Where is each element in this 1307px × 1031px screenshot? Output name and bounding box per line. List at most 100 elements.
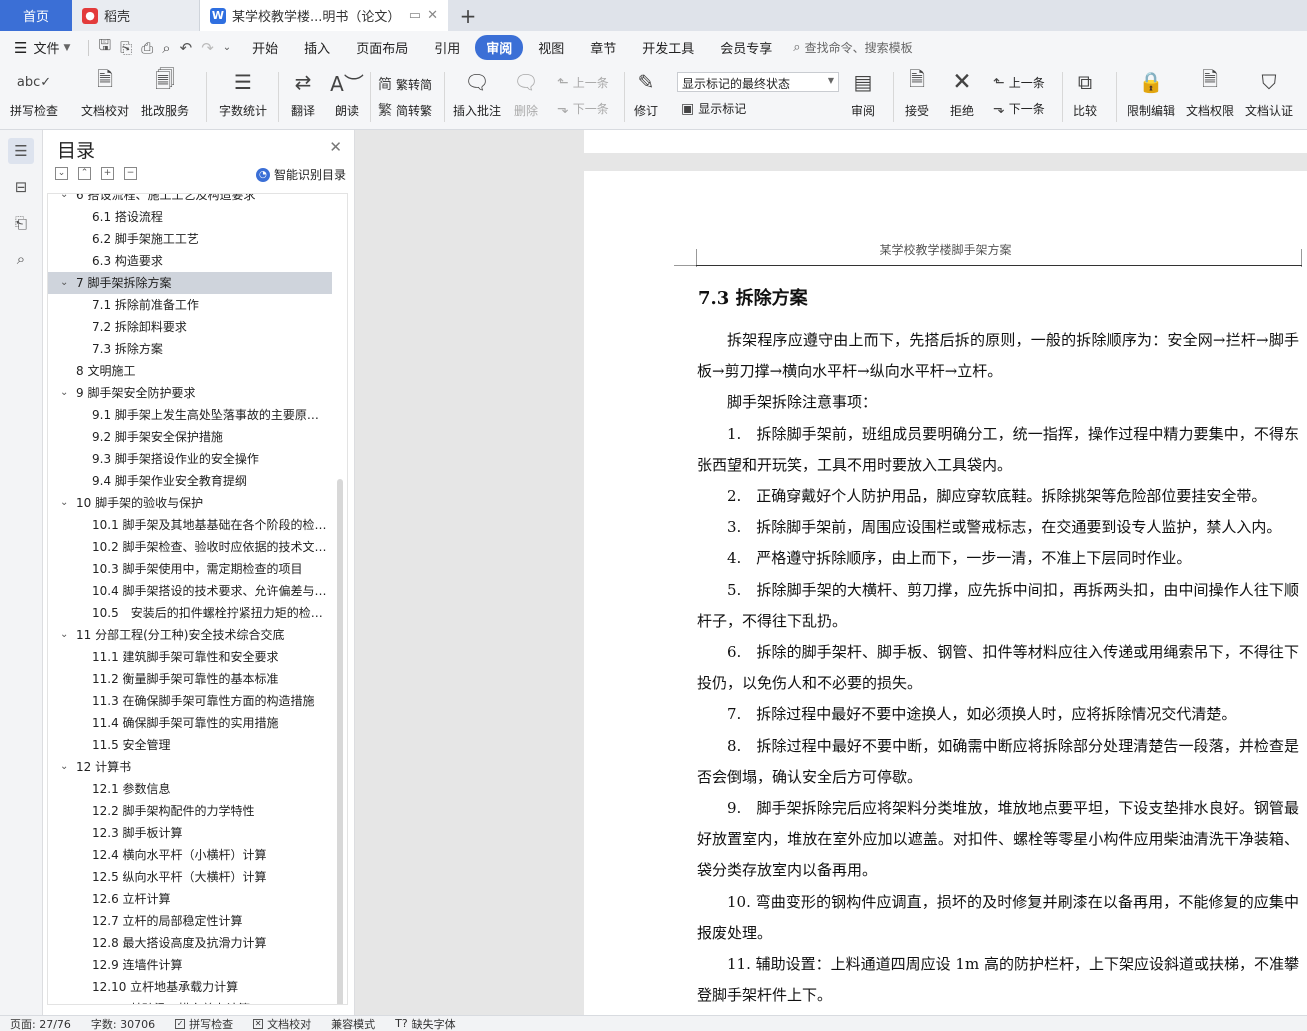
show-markup-button[interactable]: ▣ 显示标记 bbox=[681, 100, 746, 117]
toc-item[interactable]: 9.1 脚手架上发生高处坠落事故的主要原… bbox=[48, 404, 332, 426]
expand-all-icon[interactable]: ⌄ bbox=[55, 167, 68, 180]
toc-item[interactable]: 7.1 拆除前准备工作 bbox=[48, 294, 332, 316]
review-pane-button[interactable]: ▤ 审阅 bbox=[848, 68, 878, 119]
toc-item[interactable]: ⌄ 12 计算书 bbox=[48, 756, 332, 778]
toc-item[interactable]: 9.4 脚手架作业安全教育提纲 bbox=[48, 470, 332, 492]
collapse-all-icon[interactable]: ⌃ bbox=[78, 167, 91, 180]
page-indicator[interactable]: 页面: 27/76 bbox=[0, 1016, 81, 1031]
menu-section[interactable]: 章节 bbox=[579, 35, 627, 60]
toc-item[interactable]: 11.4 确保脚手架可靠性的实用措施 bbox=[48, 712, 332, 734]
toc-item[interactable]: 10.2 脚手架检查、验收时应依据的技术文… bbox=[48, 536, 332, 558]
toc-item[interactable]: 12.11 基础梁、横向剪力计算 bbox=[48, 998, 332, 1004]
doc-check-button[interactable]: 🗎 文档校对 bbox=[81, 67, 129, 119]
trad-to-simp-button[interactable]: 简繁转简 bbox=[378, 74, 432, 94]
toc-item[interactable]: ⌄ 10 脚手架的验收与保护 bbox=[48, 492, 332, 514]
compare-button[interactable]: ⧉ 比较 bbox=[1070, 68, 1100, 119]
undo-icon[interactable]: ↶ bbox=[180, 39, 193, 57]
toc-item[interactable]: 11.3 在确保脚手架可靠性方面的构造措施 bbox=[48, 690, 332, 712]
toc-item[interactable]: 12.5 纵向水平杆（大横杆）计算 bbox=[48, 866, 332, 888]
menu-page-layout[interactable]: 页面布局 bbox=[345, 35, 419, 60]
simp-to-trad-button[interactable]: 繁简转繁 bbox=[378, 100, 432, 120]
menu-start[interactable]: 开始 bbox=[241, 35, 289, 60]
toc-item[interactable]: 8 文明施工 bbox=[48, 360, 332, 382]
toc-item[interactable]: 6.2 脚手架施工工艺 bbox=[48, 228, 332, 250]
restrict-editing-button[interactable]: 🔒 限制编辑 bbox=[1127, 68, 1175, 119]
document-body[interactable]: 拆架程序应遵守由上而下，先搭后拆的原则，一般的拆除顺序为：安全网→拦杆→脚手板→… bbox=[697, 325, 1299, 1011]
chevron-down-icon[interactable]: ⌄ bbox=[60, 624, 68, 646]
toc-item[interactable]: ⌄ 7 脚手架拆除方案 bbox=[48, 272, 332, 294]
doc-permission-button[interactable]: 🗎 文档权限 bbox=[1186, 67, 1234, 119]
next-comment-button[interactable]: ⬎ 下一条 bbox=[557, 100, 609, 117]
accept-button[interactable]: 🗎 接受 bbox=[902, 67, 932, 119]
close-icon[interactable]: ✕ bbox=[329, 138, 342, 156]
next-change-button[interactable]: ⬎ 下一条 bbox=[993, 100, 1045, 117]
print-icon[interactable]: ⎙ bbox=[141, 39, 153, 57]
restore-window-icon[interactable]: ▭ bbox=[409, 8, 421, 23]
doc-certify-button[interactable]: ⛉ 文档认证 bbox=[1245, 68, 1293, 119]
toc-panel-icon[interactable]: ☰ bbox=[8, 138, 34, 164]
menu-member[interactable]: 会员专享 bbox=[709, 35, 783, 60]
toc-item[interactable]: 12.1 参数信息 bbox=[48, 778, 332, 800]
reject-button[interactable]: 🗙 拒绝 bbox=[947, 67, 977, 119]
spell-check-button[interactable]: abc✓ 拼写检查 bbox=[10, 68, 58, 119]
toc-item[interactable]: 10.4 脚手架搭设的技术要求、允许偏差与… bbox=[48, 580, 332, 602]
tab-document[interactable]: W 某学校教学楼...明书（论文） ▭ ✕ bbox=[200, 0, 448, 31]
toc-item[interactable]: 12.6 立杆计算 bbox=[48, 888, 332, 910]
chevron-down-icon[interactable]: ⌄ bbox=[60, 272, 68, 294]
save-icon[interactable]: 🖫 bbox=[98, 35, 111, 60]
missing-font-indicator[interactable]: T? 缺失字体 bbox=[385, 1016, 466, 1031]
toc-item[interactable]: 12.10 立杆地基承载力计算 bbox=[48, 976, 332, 998]
menu-developer[interactable]: 开发工具 bbox=[631, 35, 705, 60]
delete-comment-button[interactable]: 🗨 删除 bbox=[511, 68, 541, 119]
toc-item[interactable]: 6.1 搭设流程 bbox=[48, 206, 332, 228]
bookmark-icon[interactable]: ⎗ bbox=[8, 210, 34, 236]
menu-view[interactable]: 视图 bbox=[527, 35, 575, 60]
toc-item[interactable]: 7.2 拆除卸料要求 bbox=[48, 316, 332, 338]
markup-state-select[interactable]: 显示标记的最终状态 ▼ bbox=[677, 72, 839, 92]
chevron-down-icon[interactable]: ⌄ bbox=[60, 492, 68, 514]
toc-item[interactable]: 10.3 脚手架使用中，需定期检查的项目 bbox=[48, 558, 332, 580]
navigation-pane-icon[interactable]: ⊟ bbox=[8, 174, 34, 200]
toc-item[interactable]: 11.2 衡量脚手架可靠性的基本标准 bbox=[48, 668, 332, 690]
toc-item[interactable]: ⌄ 9 脚手架安全防护要求 bbox=[48, 382, 332, 404]
toc-item[interactable]: 7.3 拆除方案 bbox=[48, 338, 332, 360]
track-changes-button[interactable]: ✎ 修订 bbox=[631, 68, 661, 119]
chevron-down-icon[interactable]: ⌄ bbox=[60, 194, 68, 206]
toc-item[interactable]: 10.5 安装后的扣件螺栓拧紧扭力矩的检… bbox=[48, 602, 332, 624]
redo-icon[interactable]: ↷ bbox=[201, 39, 214, 57]
menu-review[interactable]: 审阅 bbox=[475, 35, 524, 60]
toc-item[interactable]: 10.1 脚手架及其地基基础在各个阶段的检… bbox=[48, 514, 332, 536]
chevron-down-icon[interactable]: ⌄ bbox=[60, 756, 68, 778]
export-pdf-icon[interactable]: ⎘ bbox=[120, 39, 132, 57]
toc-item[interactable]: 9.2 脚手架安全保护措施 bbox=[48, 426, 332, 448]
toc-item[interactable]: ⌄ 6 搭设流程、施工工艺及构造要求 bbox=[48, 194, 332, 206]
spell-check-toggle[interactable]: ✓ 拼写检查 bbox=[165, 1016, 243, 1031]
toc-item[interactable]: 12.9 连墙件计算 bbox=[48, 954, 332, 976]
read-aloud-button[interactable]: A︶ 朗读 bbox=[330, 68, 364, 119]
batch-service-button[interactable]: 🗐 批改服务 bbox=[141, 67, 189, 119]
file-menu-button[interactable]: ☰ 文件 ▼ bbox=[0, 38, 80, 58]
new-tab-button[interactable]: + bbox=[448, 0, 488, 31]
translate-button[interactable]: ⇄ 翻译 bbox=[288, 68, 318, 119]
menu-insert[interactable]: 插入 bbox=[293, 35, 341, 60]
toc-item[interactable]: 9.3 脚手架搭设作业的安全操作 bbox=[48, 448, 332, 470]
menu-references[interactable]: 引用 bbox=[423, 35, 471, 60]
toc-item[interactable]: 12.3 脚手板计算 bbox=[48, 822, 332, 844]
demote-level-icon[interactable]: − bbox=[124, 167, 137, 180]
command-search[interactable]: ⌕ 查找命令、搜索模板 bbox=[793, 39, 912, 56]
chevron-down-icon[interactable]: ⌄ bbox=[60, 382, 68, 404]
toc-item[interactable]: 12.2 脚手架构配件的力学特性 bbox=[48, 800, 332, 822]
promote-level-icon[interactable]: + bbox=[101, 167, 114, 180]
word-count-button[interactable]: ☰ 字数统计 bbox=[219, 68, 267, 119]
tab-home[interactable]: 首页 bbox=[0, 0, 72, 31]
prev-change-button[interactable]: ⬑ 上一条 bbox=[993, 74, 1045, 91]
toc-item[interactable]: 12.8 最大搭设高度及抗滑力计算 bbox=[48, 932, 332, 954]
toc-item[interactable]: 12.4 横向水平杆（小横杆）计算 bbox=[48, 844, 332, 866]
tab-daoke[interactable]: ● 稻壳 bbox=[72, 0, 200, 31]
customize-toolbar-icon[interactable]: ⌄ bbox=[223, 42, 231, 53]
prev-comment-button[interactable]: ⬑ 上一条 bbox=[557, 74, 609, 91]
close-tab-icon[interactable]: ✕ bbox=[427, 8, 438, 23]
word-count-indicator[interactable]: 字数: 30706 bbox=[81, 1016, 165, 1031]
print-preview-icon[interactable]: ⌕ bbox=[162, 39, 170, 57]
search-icon[interactable]: ⌕ bbox=[8, 246, 34, 272]
